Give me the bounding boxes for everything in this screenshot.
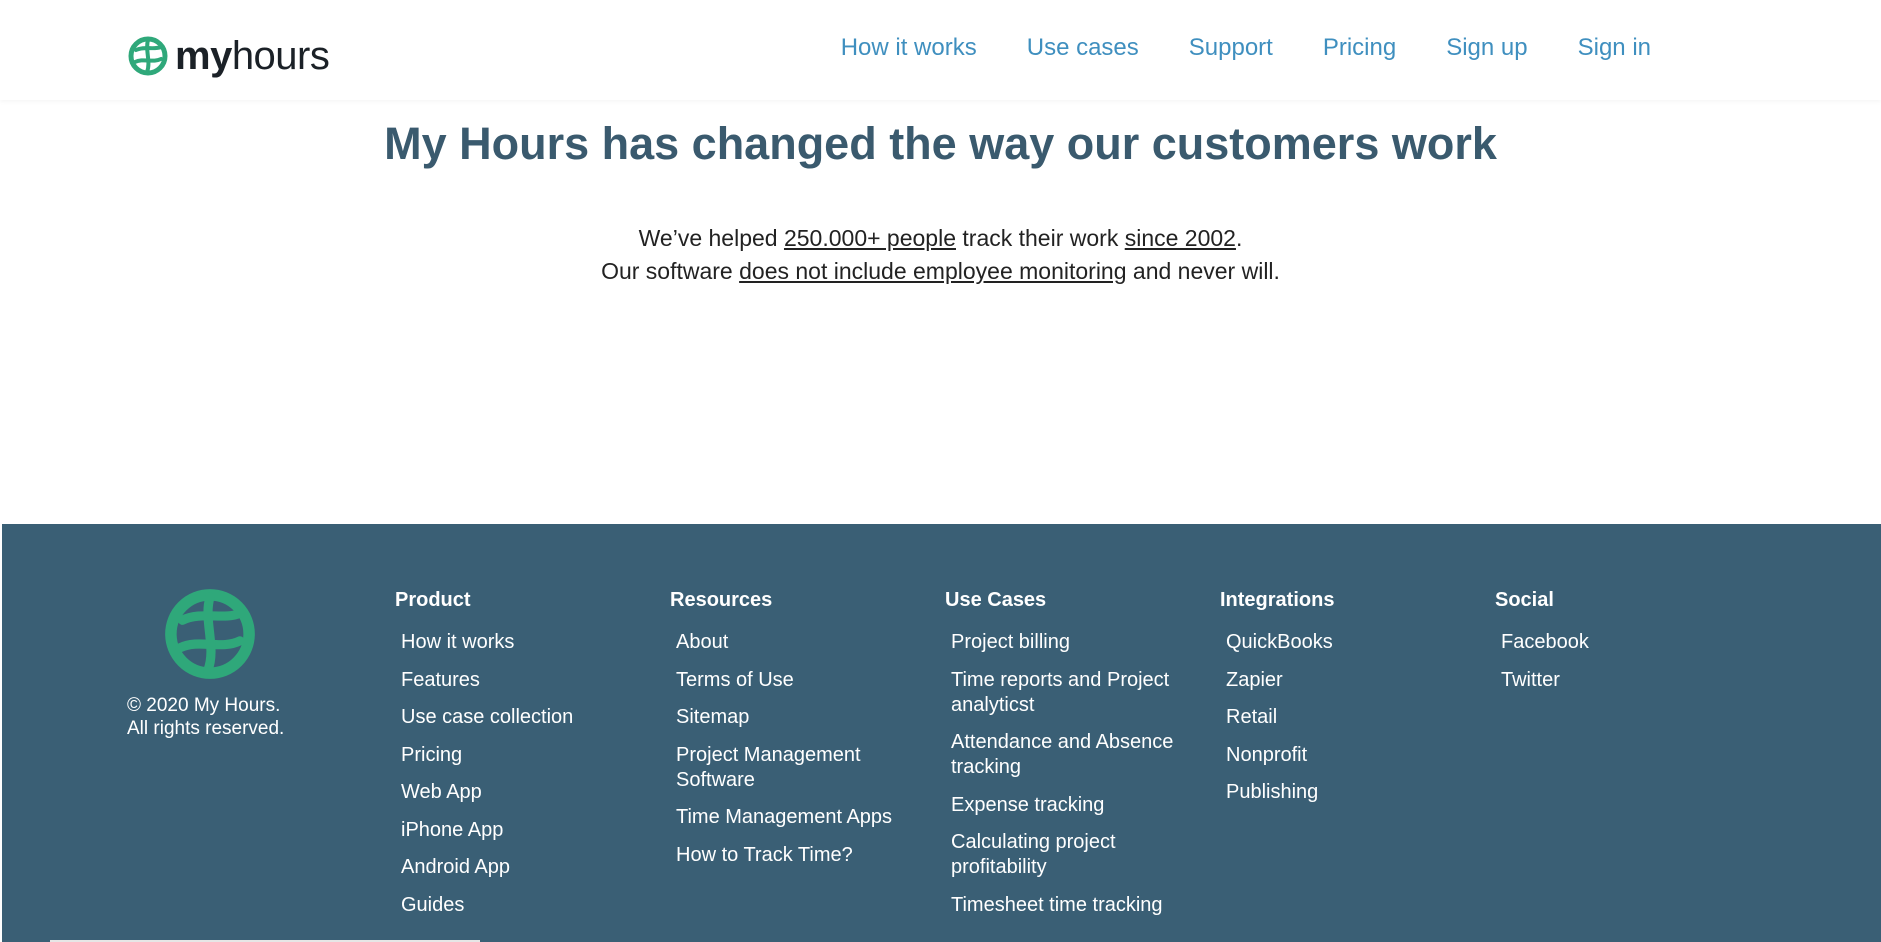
footer-heading-resources: Resources [670, 589, 773, 611]
hero-text-segment: Our software [601, 258, 740, 284]
footer-column-social: Social Facebook Twitter [1495, 588, 1755, 705]
main-nav: How it works Use cases Support Pricing S… [791, 30, 1651, 66]
since-year-link[interactable]: since 2002 [1125, 225, 1236, 251]
footer-link[interactable]: Nonprofit [1226, 743, 1480, 768]
logo-text-light: hours [231, 34, 330, 78]
footer-link[interactable]: Sitemap [676, 705, 930, 730]
footer-link[interactable]: Timesheet time tracking [951, 893, 1185, 918]
nav-how-it-works[interactable]: How it works [841, 30, 977, 66]
footer-link-facebook[interactable]: Facebook [1501, 630, 1755, 655]
footer-link[interactable]: Web App [401, 780, 655, 805]
footer-link[interactable]: Project Management Software [676, 743, 886, 793]
footer-link[interactable]: Project billing [951, 630, 1185, 655]
footer-link[interactable]: Attendance and Absence tracking [951, 730, 1185, 780]
nav-use-cases[interactable]: Use cases [1027, 30, 1139, 66]
page-title: My Hours has changed the way our custome… [384, 118, 1497, 169]
nav-support[interactable]: Support [1189, 30, 1273, 66]
logo-wordmark: myhours [175, 34, 330, 78]
footer-link-twitter[interactable]: Twitter [1501, 668, 1755, 693]
footer-heading-use-cases: Use Cases [945, 589, 1047, 611]
footer-link[interactable]: About [676, 630, 930, 655]
hero-text-segment: . [1235, 225, 1243, 251]
footer-globe-icon [165, 589, 255, 679]
footer-link[interactable]: Time Management Apps [676, 805, 930, 830]
hero-line-2: Our software does not include employee m… [0, 255, 1881, 288]
site-footer: © 2020 My Hours. All rights reserved. Pr… [2, 524, 1881, 942]
myhours-globe-icon [128, 36, 168, 76]
footer-column-integrations: Integrations QuickBooks Zapier Retail No… [1220, 588, 1480, 818]
footer-heading-integrations: Integrations [1220, 589, 1335, 611]
footer-link[interactable]: How it works [401, 630, 655, 655]
nav-sign-up[interactable]: Sign up [1446, 30, 1527, 66]
footer-link[interactable]: Expense tracking [951, 793, 1185, 818]
footer-link[interactable]: Calculating project profitability [951, 830, 1141, 880]
footer-logo[interactable] [164, 588, 256, 685]
hero-text-segment: and never will. [1126, 258, 1280, 284]
footer-heading-product: Product [395, 589, 471, 611]
hero-description: We’ve helped 250.000+ people track their… [0, 222, 1881, 288]
footer-link[interactable]: Zapier [1226, 668, 1480, 693]
hero-line-1: We’ve helped 250.000+ people track their… [0, 222, 1881, 255]
footer-link[interactable]: Publishing [1226, 780, 1480, 805]
copyright: © 2020 My Hours. All rights reserved. [127, 694, 284, 740]
nav-sign-in[interactable]: Sign in [1578, 30, 1651, 66]
footer-link[interactable]: Guides [401, 893, 655, 918]
footer-link[interactable]: Use case collection [401, 705, 655, 730]
hero-text-segment: We’ve helped [638, 225, 784, 251]
footer-link[interactable]: Terms of Use [676, 668, 930, 693]
footer-link[interactable]: How to Track Time? [676, 843, 930, 868]
footer-column-resources: Resources About Terms of Use Sitemap Pro… [670, 588, 930, 880]
footer-link[interactable]: Pricing [401, 743, 655, 768]
nav-pricing[interactable]: Pricing [1323, 30, 1396, 66]
footer-link[interactable]: QuickBooks [1226, 630, 1480, 655]
site-header: myhours How it works Use cases Support P… [0, 0, 1881, 100]
myhours-logo[interactable]: myhours [128, 34, 330, 78]
copyright-line: © 2020 My Hours. [127, 695, 281, 716]
footer-link[interactable]: Features [401, 668, 655, 693]
footer-link[interactable]: iPhone App [401, 818, 655, 843]
footer-link[interactable]: Android App [401, 855, 655, 880]
footer-column-product: Product How it works Features Use case c… [395, 588, 655, 930]
logo-text-bold: my [175, 34, 232, 78]
no-monitoring-link[interactable]: does not include employee monitoring [739, 258, 1126, 284]
footer-link[interactable]: Time reports and Project analyticst [951, 668, 1185, 718]
copyright-line: All rights reserved. [127, 718, 285, 739]
hero-text-segment: track their work [956, 225, 1125, 251]
footer-link[interactable]: Retail [1226, 705, 1480, 730]
footer-heading-social: Social [1495, 589, 1554, 611]
users-count-link[interactable]: 250.000+ people [784, 225, 956, 251]
footer-column-use-cases: Use Cases Project billing Time reports a… [945, 588, 1185, 930]
